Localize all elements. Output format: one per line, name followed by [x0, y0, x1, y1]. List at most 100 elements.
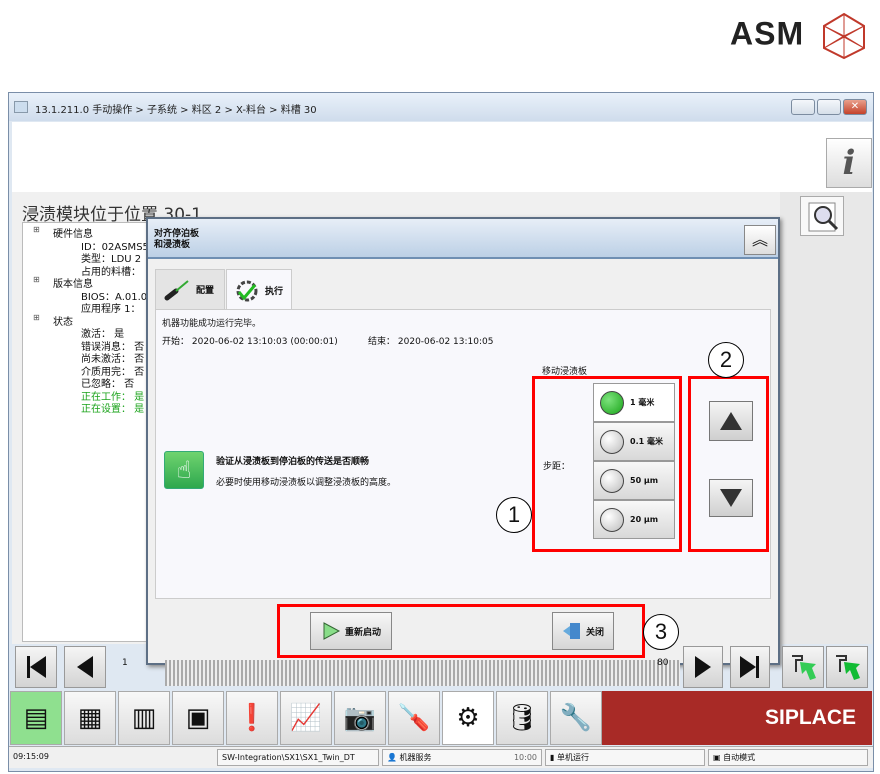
wrench-icon: 🔧	[559, 703, 593, 733]
window-titlebar: 13.1.211.0 手动操作 > 子系统 > 料区 2 > X-料台 > 料槽…	[9, 93, 873, 121]
next-page-button[interactable]	[683, 646, 723, 688]
last-page-button[interactable]	[730, 646, 770, 688]
header-area	[12, 122, 872, 192]
tree-leaf: 应用程序 1：	[81, 304, 141, 315]
screwdriver-icon: 🪛	[397, 703, 431, 733]
auto-mode-icon: ▣	[713, 753, 721, 762]
toolbar-wrench-button[interactable]: 🔧	[550, 691, 602, 745]
tab-label: 执行	[265, 287, 284, 297]
align-dialog: 对齐停泊板 和浸渍板 ︽ 配置 执行 机器功能成功运行完毕。 开始： 2020-0…	[146, 217, 780, 665]
step-0.1mm-option[interactable]: 0.1 毫米	[593, 422, 675, 461]
tab-execute[interactable]: 执行	[226, 269, 292, 311]
dialog-header: 对齐停泊板 和浸渍板 ︽	[148, 219, 778, 259]
radio-icon	[600, 468, 624, 493]
instruction-text: 必要时使用移动浸渍板以调整浸渍板的高度。	[216, 478, 397, 488]
step-50um-option[interactable]: 50 μm	[593, 461, 675, 500]
status-user: 👤 机器服务 10:00	[382, 749, 542, 766]
move-up-button[interactable]	[709, 401, 753, 441]
hand-gear-icon: ⚙	[456, 703, 480, 733]
callout-1: 1	[496, 497, 532, 533]
tab-config[interactable]: 配置	[155, 269, 225, 310]
status-path: SW-Integration\SX1\SX1_Twin_DT	[217, 749, 379, 766]
maximize-button[interactable]	[817, 99, 841, 115]
tree-node[interactable]: ⊞ 状态	[33, 313, 73, 328]
toolbar-oil-can-button[interactable]: 🛢	[496, 691, 548, 745]
app-icon	[14, 101, 28, 113]
triangle-up-icon	[720, 412, 742, 430]
toolbar-bar-chart-button[interactable]: ▥	[118, 691, 170, 745]
magnifier-button[interactable]	[800, 196, 844, 236]
hand-pointer-icon: ☝	[164, 451, 204, 489]
start-time: 开始： 2020-06-02 13:10:03 (00:00:01)	[162, 337, 338, 347]
close-button[interactable]: 关闭	[552, 612, 614, 650]
status-mode: ▮ 单机运行	[545, 749, 705, 766]
toolbar-hand-gear-button[interactable]: ⚙	[442, 691, 494, 745]
toolbar-warning-docs-button[interactable]: ❗	[226, 691, 278, 745]
status-auto: ▣ 自动模式	[708, 749, 868, 766]
dialog-title-line2: 和浸渍板	[154, 240, 191, 250]
expand-icon[interactable]: ⊞	[33, 225, 40, 234]
first-page-number: 1	[122, 658, 128, 668]
restart-button[interactable]: 重新启动	[310, 612, 392, 650]
radio-icon	[600, 507, 624, 532]
tree-leaf: 正在设置： 是	[81, 404, 145, 415]
previous-page-button[interactable]	[64, 646, 106, 688]
asm-logo-icon	[823, 12, 865, 60]
warning-docs-icon: ❗	[235, 703, 269, 733]
radio-selected-icon	[600, 390, 624, 415]
gear-check-icon	[236, 280, 258, 301]
close-window-button[interactable]: ✕	[843, 99, 867, 115]
move-down-button[interactable]	[709, 479, 753, 517]
green-arrow-button-2[interactable]	[826, 646, 868, 688]
board-icon: ▣	[185, 703, 211, 733]
page-slider[interactable]	[165, 660, 680, 686]
triangle-left-icon	[77, 656, 93, 678]
screwdriver-icon	[164, 279, 189, 300]
first-page-button[interactable]	[15, 646, 57, 688]
toolbar-board-button[interactable]: ▣	[172, 691, 224, 745]
right-panel	[780, 192, 872, 644]
execute-panel: 机器功能成功运行完毕。 开始： 2020-06-02 13:10:03 (00:…	[155, 309, 771, 599]
step-selection-group: 步距： 1 毫米 0.1 毫米 50 μm 20 μm	[532, 376, 682, 552]
toolbar-screwdriver-button[interactable]: 🪛	[388, 691, 440, 745]
feeder-grid-icon: ▦	[77, 703, 103, 733]
green-arrow-down-icon	[836, 655, 860, 680]
status-time: 09:15:09	[13, 752, 49, 761]
expand-icon[interactable]: ⊞	[33, 313, 40, 322]
step-20um-option[interactable]: 20 μm	[593, 500, 675, 539]
green-arrow-down-icon	[792, 655, 816, 680]
machine-icon: ▮	[550, 753, 555, 762]
toolbar-camera-button[interactable]: 📷	[334, 691, 386, 745]
triangle-down-icon	[720, 489, 742, 507]
radio-icon	[600, 429, 624, 454]
siplace-brand: SIPLACE	[602, 691, 872, 745]
line-graph-icon: 📈	[289, 703, 323, 733]
magnifier-icon	[808, 202, 839, 232]
callout-3: 3	[643, 614, 679, 650]
toolbar-feeder-grid-button[interactable]: ▦	[64, 691, 116, 745]
step-1mm-option[interactable]: 1 毫米	[593, 383, 675, 422]
green-arrow-button-1[interactable]	[782, 646, 824, 688]
expand-icon[interactable]: ⊞	[33, 275, 40, 284]
exit-door-icon	[562, 623, 580, 639]
status-bar: 09:15:09 SW-Integration\SX1\SX1_Twin_DT …	[9, 746, 873, 768]
minimize-button[interactable]	[791, 99, 815, 115]
skip-first-icon	[27, 656, 46, 678]
instruction-title: 验证从浸渍板到停泊板的传送是否顺畅	[216, 457, 370, 467]
info-button[interactable]: i	[826, 138, 872, 188]
skip-last-icon	[740, 656, 759, 678]
user-icon: 👤	[387, 753, 397, 762]
callout-2: 2	[708, 342, 744, 378]
play-icon	[323, 622, 341, 640]
triangle-right-icon	[695, 656, 711, 678]
pcb-stack-icon: ▤	[23, 703, 49, 733]
camera-icon: 📷	[343, 703, 377, 733]
oil-can-icon: 🛢	[505, 703, 539, 733]
step-label: 步距：	[543, 462, 571, 472]
status-message: 机器功能成功运行完毕。	[162, 319, 262, 329]
double-chevron-up-icon: ︽	[751, 230, 768, 249]
collapse-button[interactable]: ︽	[744, 225, 776, 255]
asm-logo: ASM	[730, 12, 868, 60]
toolbar-pcb-stack-button[interactable]: ▤	[10, 691, 62, 745]
toolbar-line-graph-button[interactable]: 📈	[280, 691, 332, 745]
